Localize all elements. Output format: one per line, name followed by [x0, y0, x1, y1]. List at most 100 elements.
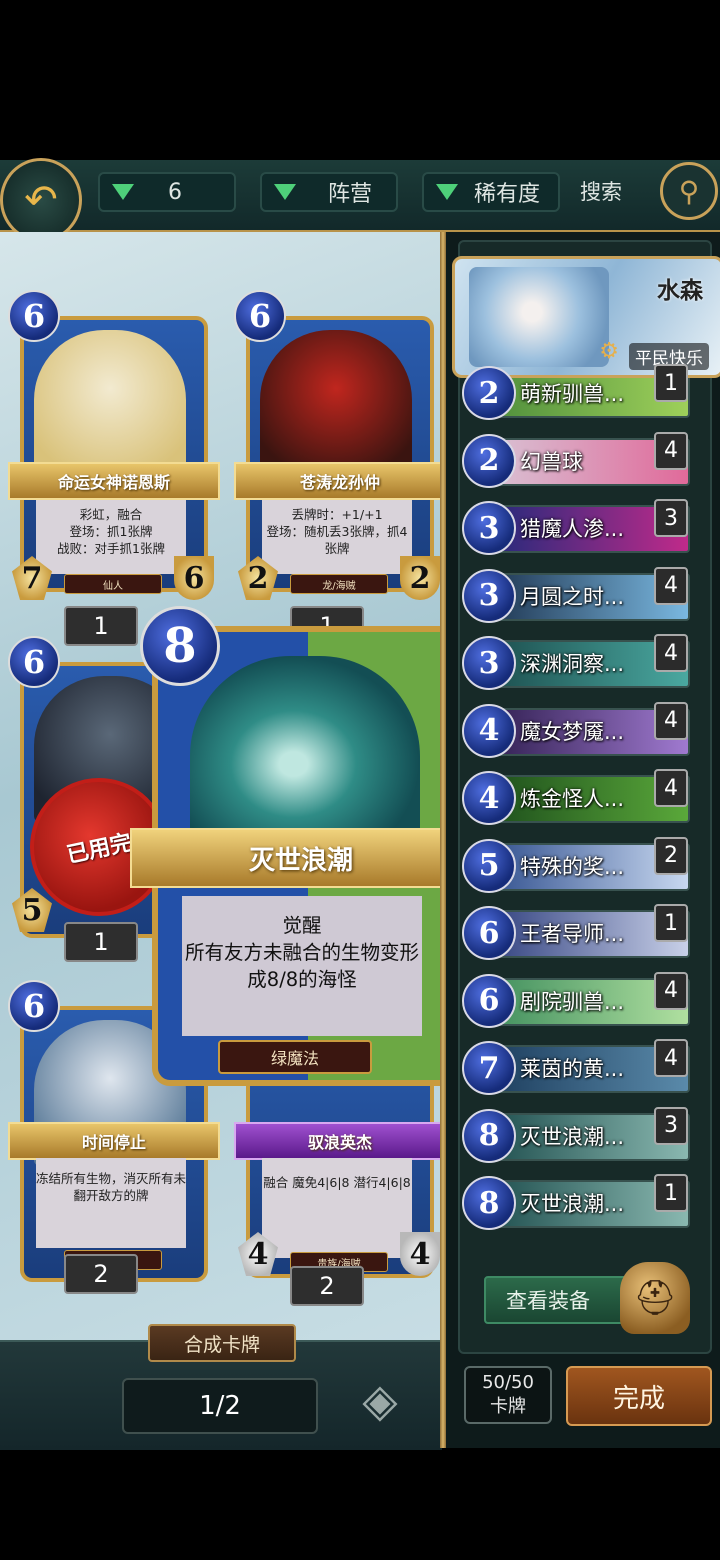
- deck-item-cost: 3: [462, 568, 516, 623]
- deck-list-item[interactable]: 3 深渊洞察... 4: [462, 634, 690, 690]
- deck-item-count: 1: [654, 904, 688, 942]
- deck-item-cost: 4: [462, 771, 516, 825]
- collection-card[interactable]: 6 苍涛龙孙仲 丢牌时：+1/+1 登场：随机丢3张牌，抓4张牌 龙/海贼 2 …: [234, 290, 446, 646]
- hero-name: 水森: [657, 277, 703, 304]
- card-cost: 6: [8, 980, 60, 1032]
- deck-item-name: 王者导师...: [520, 922, 625, 946]
- deck-item-name: 深渊洞察...: [520, 652, 625, 676]
- next-page-button[interactable]: ◈: [352, 1368, 408, 1432]
- card-health: 4: [400, 1232, 440, 1276]
- diamond-arrow-icon: ◈: [362, 1373, 398, 1427]
- deck-item-count: 2: [654, 836, 688, 875]
- deck-list-item[interactable]: 7 莱茵的黄... 4: [462, 1039, 690, 1095]
- deck-item-name: 猎魔人渗...: [520, 517, 625, 541]
- dropdown-triangle-icon: [112, 184, 134, 200]
- card-art: [34, 330, 186, 476]
- deck-item-cost: 6: [462, 906, 516, 960]
- deck-list-item[interactable]: 8 灭世浪潮... 3: [462, 1106, 690, 1163]
- featured-card-preview[interactable]: 8 灭世浪潮 觉醒 所有友方未融合的生物变形成8/8的海怪 绿魔法: [130, 606, 472, 1086]
- card-quantity: 2: [290, 1266, 364, 1306]
- gear-icon: ⚙: [599, 339, 619, 364]
- deck-item-name: 灭世浪潮...: [520, 1124, 625, 1149]
- card-art: [260, 330, 412, 476]
- card-health: 2: [400, 556, 440, 600]
- deck-item-cost: 6: [462, 973, 516, 1028]
- deck-item-count: 3: [654, 1106, 688, 1145]
- card-tribe: 龙/海贼: [290, 574, 388, 594]
- card-tribe: 仙人: [64, 574, 162, 594]
- deck-item-count: 4: [654, 634, 688, 672]
- card-art: [190, 656, 420, 836]
- faction-filter[interactable]: 阵营: [260, 172, 398, 212]
- deck-list-item[interactable]: 8 灭世浪潮... 1: [462, 1174, 690, 1230]
- deck-item-name: 剧院驯兽...: [520, 989, 625, 1014]
- deck-item-cost: 7: [462, 1041, 516, 1095]
- card-text: 丢牌时：+1/+1 登场：随机丢3张牌，抓4张牌: [262, 500, 412, 574]
- deck-item-cost: 8: [462, 1176, 516, 1230]
- faction-filter-label: 阵营: [328, 182, 373, 207]
- card-cost: 6: [8, 290, 60, 342]
- card-cost: 8: [140, 606, 220, 686]
- synthesize-cards-button[interactable]: 合成卡牌: [148, 1324, 296, 1362]
- deck-item-count: 3: [654, 499, 688, 537]
- deck-item-count: 4: [654, 566, 688, 605]
- card-name: 命运女神诺恩斯: [8, 462, 220, 500]
- deck-list-item[interactable]: 6 王者导师... 1: [462, 904, 690, 960]
- deck-item-name: 莱茵的黄...: [520, 1057, 625, 1081]
- deck-item-count: 4: [654, 701, 688, 740]
- cost-filter-label: 6: [168, 179, 182, 205]
- deck-item-count: 4: [654, 971, 688, 1010]
- deck-item-cost: 8: [462, 1108, 516, 1163]
- deck-list-item[interactable]: 5 特殊的奖... 2: [462, 836, 690, 893]
- deck-item-name: 炼金怪人...: [520, 787, 625, 811]
- deck-item-name: 月圆之时...: [520, 584, 625, 609]
- card-health: 6: [174, 556, 214, 600]
- deck-list-item[interactable]: 4 炼金怪人... 4: [462, 769, 690, 825]
- deck-item-cost: 3: [462, 501, 516, 555]
- deck-item-cost: 2: [462, 433, 516, 488]
- card-text: 彩虹，融合 登场：抓1张牌 战败：对手抓1张牌: [36, 500, 186, 574]
- deck-count-value: 50/50: [482, 1372, 534, 1393]
- back-button[interactable]: ↶: [0, 158, 82, 242]
- page-indicator: 1/2: [122, 1378, 318, 1434]
- deck-item-count: 4: [654, 1039, 688, 1077]
- deck-item-name: 幻兽球: [520, 449, 583, 474]
- deck-item-count: 4: [654, 769, 688, 807]
- deck-item-cost: 5: [462, 838, 516, 893]
- card-name: 时间停止: [8, 1122, 220, 1160]
- deck-item-name: 特殊的奖...: [520, 854, 625, 879]
- deck-item-cost: 4: [462, 703, 516, 758]
- rarity-filter-label: 稀有度: [474, 182, 541, 207]
- deck-item-count: 4: [654, 431, 688, 470]
- deck-list-item[interactable]: 3 月圆之时... 4: [462, 566, 690, 623]
- deck-card-count: 50/50 卡牌: [464, 1366, 552, 1424]
- cost-filter[interactable]: 6: [98, 172, 236, 212]
- helmet-icon: ⛑: [620, 1262, 690, 1334]
- card-quantity: 1: [64, 922, 138, 962]
- card-text: 融合 魔免4|6|8 潜行4|6|8: [262, 1158, 412, 1258]
- deck-item-count: 1: [654, 1174, 688, 1212]
- deck-list-item[interactable]: 4 魔女梦魇... 4: [462, 701, 690, 758]
- deck-list-item[interactable]: 2 幻兽球 4: [462, 431, 690, 488]
- dropdown-triangle-icon: [436, 184, 458, 200]
- dropdown-triangle-icon: [274, 184, 296, 200]
- card-quantity: 2: [64, 1254, 138, 1294]
- deck-list-item[interactable]: 3 猎魔人渗... 3: [462, 499, 690, 555]
- search-label[interactable]: 搜索: [580, 176, 622, 206]
- card-name: 苍涛龙孙仲: [234, 462, 446, 500]
- hero-art: [469, 267, 609, 367]
- deck-list-item[interactable]: 6 剧院驯兽... 4: [462, 971, 690, 1028]
- rarity-filter[interactable]: 稀有度: [422, 172, 560, 212]
- card-name: 驭浪英杰: [234, 1122, 446, 1160]
- collection-card[interactable]: 6 命运女神诺恩斯 彩虹，融合 登场：抓1张牌 战败：对手抓1张牌 仙人 7 6…: [8, 290, 220, 646]
- undo-arrow-icon: ↶: [24, 177, 58, 223]
- deck-count-unit: 卡牌: [490, 1396, 526, 1417]
- card-text: 觉醒 所有友方未融合的生物变形成8/8的海怪: [182, 896, 422, 1036]
- deck-item-cost: 2: [462, 366, 516, 420]
- deck-item-cost: 3: [462, 636, 516, 690]
- done-button[interactable]: 完成: [566, 1366, 712, 1426]
- card-tribe: 绿魔法: [218, 1040, 372, 1074]
- deck-item-name: 萌新驯兽...: [520, 382, 625, 406]
- hero-portrait[interactable]: 水森 ⚙ 平民快乐: [452, 256, 720, 378]
- search-button[interactable]: ⚲: [660, 162, 718, 220]
